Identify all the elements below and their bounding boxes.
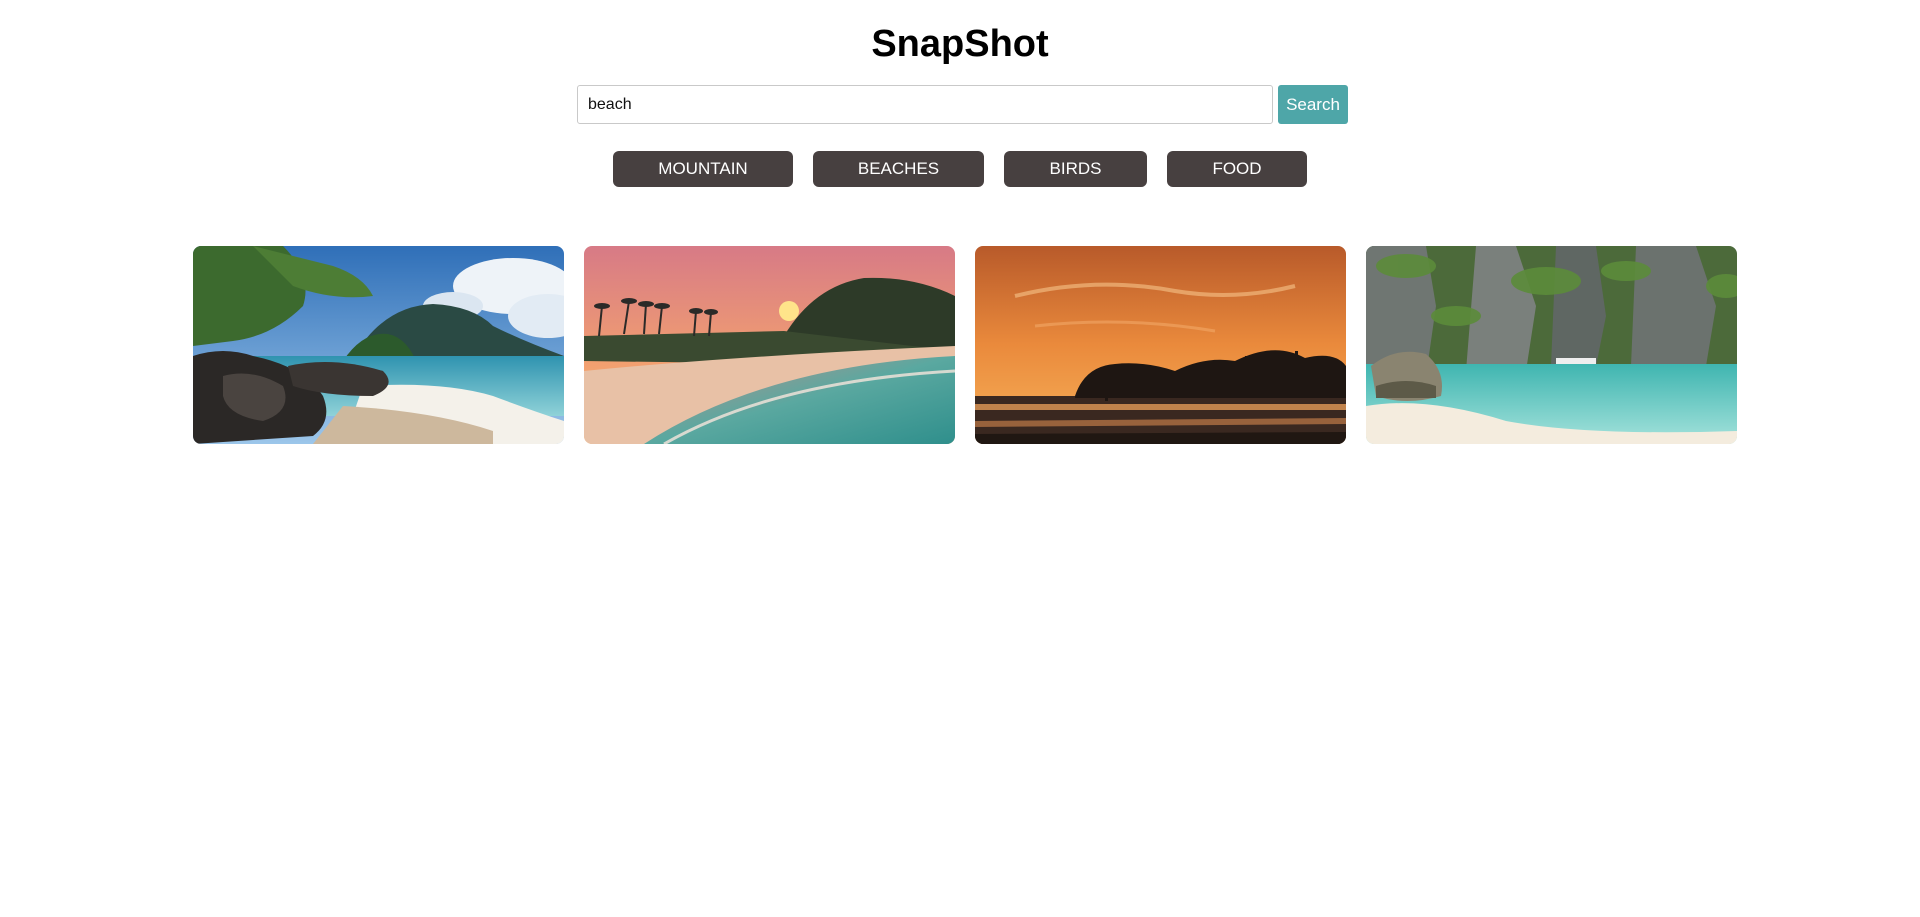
category-mountain-button[interactable]: MOUNTAIN [613, 151, 793, 187]
pink-sunset-beach-photo [584, 246, 955, 444]
turquoise-lagoon-photo [1366, 246, 1737, 444]
category-beaches-button[interactable]: BEACHES [813, 151, 984, 187]
gallery-image-turquoise-lagoon[interactable] [1366, 246, 1737, 444]
image-gallery [193, 246, 1737, 444]
gallery-image-beach-rocks[interactable] [193, 246, 564, 444]
beach-rocks-photo [193, 246, 564, 444]
category-birds-button[interactable]: BIRDS [1004, 151, 1147, 187]
gallery-image-orange-sunset[interactable] [975, 246, 1346, 444]
category-food-button[interactable]: FOOD [1167, 151, 1307, 187]
category-buttons: MOUNTAIN BEACHES BIRDS FOOD [0, 151, 1920, 187]
orange-sunset-photo [975, 246, 1346, 444]
app-title: SnapShot [871, 23, 1049, 65]
search-form: Search [577, 85, 1348, 124]
search-button[interactable]: Search [1278, 85, 1348, 124]
search-input[interactable] [577, 85, 1273, 124]
app-root: SnapShot Search MOUNTAIN BEACHES BIRDS F… [0, 0, 1920, 917]
gallery-image-pink-sunset-beach[interactable] [584, 246, 955, 444]
